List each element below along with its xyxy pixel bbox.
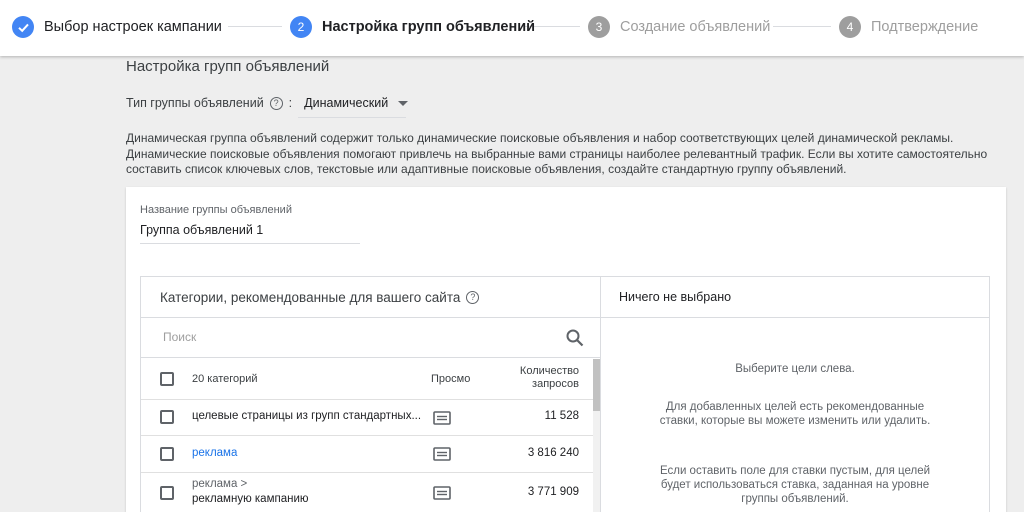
categories-title: Категории, рекомендованные для вашего са…	[160, 289, 461, 305]
parent-category: реклама >	[192, 478, 248, 490]
ad-group-name-field[interactable]: Группа объявлений 1	[140, 223, 263, 237]
ad-group-type-select[interactable]: Динамический	[304, 96, 409, 110]
step-number: 3	[588, 16, 610, 38]
ad-group-type-value: Динамический	[304, 96, 389, 110]
hint-recommended-bids: Для добавленных целей есть рекомендованн…	[659, 401, 931, 427]
table-row: реклама > рекламную кампанию 3 771 909	[141, 473, 593, 512]
field-underline	[140, 243, 360, 244]
scrollbar[interactable]	[593, 359, 600, 512]
hint-empty-bid: Если оставить поле для ставки пустым, дл…	[659, 465, 931, 505]
scrollbar-thumb[interactable]	[593, 359, 600, 411]
view-column-header: Просмо	[431, 373, 471, 385]
step-number: 4	[839, 16, 861, 38]
table-header-row: 20 категорий Просмо Количество запросов	[141, 359, 593, 400]
query-count: 11 528	[544, 410, 579, 422]
ad-group-card: Название группы объявлений Группа объявл…	[126, 187, 1006, 512]
category-name-with-parent: реклама > рекламную кампанию	[192, 477, 309, 507]
chevron-down-icon	[398, 100, 409, 106]
ad-group-name-label: Название группы объявлений	[140, 204, 292, 216]
preview-icon[interactable]	[433, 486, 451, 500]
selected-header: Ничего не выбрано	[601, 277, 989, 318]
select-all-checkbox[interactable]	[160, 372, 174, 386]
queries-column-header: Количество запросов	[520, 365, 579, 391]
stepper: Выбор настроек кампании 2 Настройка груп…	[0, 0, 1024, 56]
step-ad-groups[interactable]: 2 Настройка групп объявлений	[290, 16, 535, 38]
step-connector	[773, 26, 831, 27]
colon: :	[288, 96, 293, 110]
step-confirmation[interactable]: 4 Подтверждение	[839, 16, 978, 38]
hint-select-targets: Выберите цели слева.	[735, 363, 855, 375]
page-title: Настройка групп объявлений	[126, 58, 330, 75]
step-connector	[228, 26, 282, 27]
categories-count-header: 20 категорий	[192, 373, 258, 385]
search-row	[141, 318, 600, 358]
queries-header-line2: запросов	[532, 378, 579, 390]
step-number: 2	[290, 16, 312, 38]
step-label: Создание объявлений	[620, 19, 771, 35]
categories-header: Категории, рекомендованные для вашего са…	[141, 277, 600, 318]
table-row: реклама 3 816 240	[141, 436, 593, 473]
row-checkbox[interactable]	[160, 410, 174, 424]
query-count: 3 771 909	[527, 486, 579, 498]
table-row: целевые страницы из групп стандартных...…	[141, 400, 593, 436]
ad-group-type-row: Тип группы объявлений ? : Динамический	[126, 94, 409, 112]
search-icon[interactable]	[565, 328, 585, 348]
row-checkbox[interactable]	[160, 447, 174, 461]
categories-panel: Категории, рекомендованные для вашего са…	[141, 277, 601, 512]
preview-icon[interactable]	[433, 411, 451, 425]
step-label: Настройка групп объявлений	[322, 19, 536, 35]
step-create-ads[interactable]: 3 Создание объявлений	[588, 16, 770, 38]
step-campaign-settings[interactable]: Выбор настроек кампании	[12, 16, 222, 38]
selected-targets-panel: Ничего не выбрано Выберите цели слева. Д…	[601, 277, 989, 512]
ad-group-type-label: Тип группы объявлений	[126, 96, 264, 110]
category-name: целевые страницы из групп стандартных...	[192, 410, 422, 422]
search-input[interactable]	[163, 330, 543, 344]
queries-header-line1: Количество	[519, 365, 579, 377]
description-text: Динамическая группа объявлений содержит …	[126, 131, 988, 176]
category-link[interactable]: реклама	[192, 447, 237, 459]
row-checkbox[interactable]	[160, 486, 174, 500]
step-label: Подтверждение	[871, 19, 979, 35]
query-count: 3 816 240	[527, 447, 579, 459]
select-underline	[298, 117, 406, 118]
check-icon	[12, 16, 34, 38]
category-name: рекламную кампанию	[192, 493, 309, 505]
help-icon[interactable]: ?	[466, 290, 480, 304]
targets-panel: Категории, рекомендованные для вашего са…	[140, 276, 990, 512]
preview-icon[interactable]	[433, 447, 451, 461]
step-label: Выбор настроек кампании	[44, 19, 222, 35]
help-icon[interactable]: ?	[269, 96, 283, 110]
